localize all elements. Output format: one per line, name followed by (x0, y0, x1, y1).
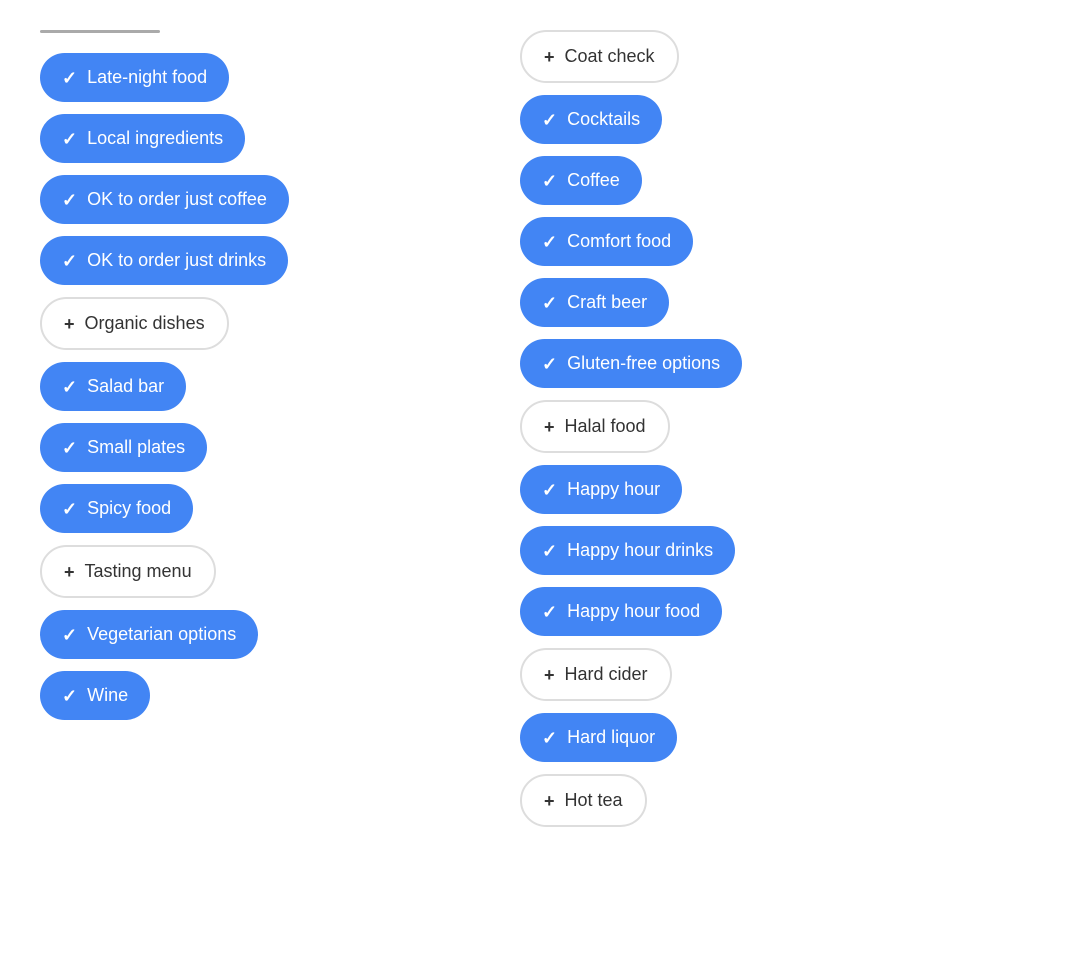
chip-label: Late-night food (87, 67, 207, 88)
checkmark-icon: ✓ (62, 69, 77, 87)
chip-organic-dishes[interactable]: + Organic dishes (40, 297, 229, 350)
chip-hard-cider[interactable]: + Hard cider (520, 648, 672, 701)
main-content: ✓ Late-night food ✓ Local ingredients ✓ OK to… (40, 20, 1047, 827)
chip-small-plates[interactable]: ✓ Small plates (40, 423, 207, 472)
chip-label: Salad bar (87, 376, 164, 397)
chip-label: Hard cider (565, 664, 648, 685)
chip-label: Spicy food (87, 498, 171, 519)
chip-comfort-food[interactable]: ✓ Comfort food (520, 217, 693, 266)
checkmark-icon: ✓ (542, 294, 557, 312)
scroll-indicator (40, 30, 160, 33)
plus-icon: + (64, 315, 75, 333)
plus-icon: + (544, 418, 555, 436)
checkmark-icon: ✓ (62, 439, 77, 457)
chip-label: Organic dishes (85, 313, 205, 334)
chip-wine[interactable]: ✓ Wine (40, 671, 150, 720)
chip-label: Cocktails (567, 109, 640, 130)
chip-craft-beer[interactable]: ✓ Craft beer (520, 278, 669, 327)
plus-icon: + (544, 666, 555, 684)
checkmark-icon: ✓ (542, 111, 557, 129)
plus-icon: + (544, 48, 555, 66)
chip-ok-order-drinks[interactable]: ✓ OK to order just drinks (40, 236, 288, 285)
plus-icon: + (64, 563, 75, 581)
chip-coat-check[interactable]: + Coat check (520, 30, 679, 83)
chip-late-night-food[interactable]: ✓ Late-night food (40, 53, 229, 102)
checkmark-icon: ✓ (62, 130, 77, 148)
chip-label: Comfort food (567, 231, 671, 252)
chip-happy-hour-food[interactable]: ✓ Happy hour food (520, 587, 722, 636)
checkmark-icon: ✓ (542, 233, 557, 251)
chip-happy-hour[interactable]: ✓ Happy hour (520, 465, 682, 514)
chip-label: Small plates (87, 437, 185, 458)
chip-local-ingredients[interactable]: ✓ Local ingredients (40, 114, 245, 163)
chip-label: OK to order just drinks (87, 250, 266, 271)
checkmark-icon: ✓ (62, 687, 77, 705)
chip-spicy-food[interactable]: ✓ Spicy food (40, 484, 193, 533)
chip-gluten-free-options[interactable]: ✓ Gluten-free options (520, 339, 742, 388)
chip-label: Happy hour (567, 479, 660, 500)
left-column: ✓ Late-night food ✓ Local ingredients ✓ OK to… (40, 30, 460, 720)
chip-ok-order-coffee[interactable]: ✓ OK to order just coffee (40, 175, 289, 224)
chip-coffee[interactable]: ✓ Coffee (520, 156, 642, 205)
plus-icon: + (544, 792, 555, 810)
right-column: + Coat check ✓ Cocktails ✓ Coffee ✓ Comfort foo… (520, 30, 940, 827)
checkmark-icon: ✓ (62, 191, 77, 209)
chip-label: Hard liquor (567, 727, 655, 748)
chip-label: Gluten-free options (567, 353, 720, 374)
checkmark-icon: ✓ (542, 355, 557, 373)
checkmark-icon: ✓ (62, 500, 77, 518)
chip-label: Local ingredients (87, 128, 223, 149)
chip-hard-liquor[interactable]: ✓ Hard liquor (520, 713, 677, 762)
chip-label: Happy hour drinks (567, 540, 713, 561)
chip-tasting-menu[interactable]: + Tasting menu (40, 545, 216, 598)
chip-label: Hot tea (565, 790, 623, 811)
checkmark-icon: ✓ (542, 542, 557, 560)
chip-vegetarian-options[interactable]: ✓ Vegetarian options (40, 610, 258, 659)
chip-label: Coffee (567, 170, 620, 191)
chip-label: Craft beer (567, 292, 647, 313)
checkmark-icon: ✓ (542, 603, 557, 621)
chip-label: Happy hour food (567, 601, 700, 622)
chip-label: Tasting menu (85, 561, 192, 582)
checkmark-icon: ✓ (62, 626, 77, 644)
chip-label: Wine (87, 685, 128, 706)
chip-halal-food[interactable]: + Halal food (520, 400, 670, 453)
chip-label: OK to order just coffee (87, 189, 267, 210)
checkmark-icon: ✓ (542, 729, 557, 747)
checkmark-icon: ✓ (62, 378, 77, 396)
chip-salad-bar[interactable]: ✓ Salad bar (40, 362, 186, 411)
checkmark-icon: ✓ (62, 252, 77, 270)
chip-label: Vegetarian options (87, 624, 236, 645)
chip-happy-hour-drinks[interactable]: ✓ Happy hour drinks (520, 526, 735, 575)
checkmark-icon: ✓ (542, 172, 557, 190)
chip-label: Coat check (565, 46, 655, 67)
chip-cocktails[interactable]: ✓ Cocktails (520, 95, 662, 144)
chip-label: Halal food (565, 416, 646, 437)
chip-hot-tea[interactable]: + Hot tea (520, 774, 647, 827)
checkmark-icon: ✓ (542, 481, 557, 499)
